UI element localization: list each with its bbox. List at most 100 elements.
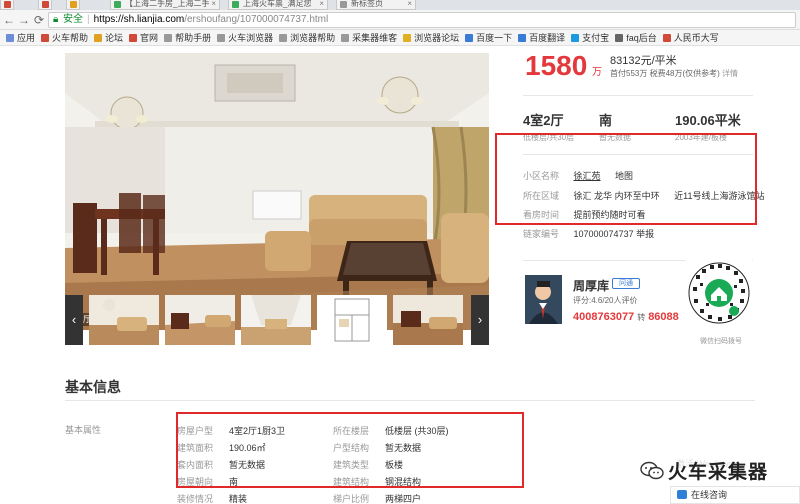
bookmark-item[interactable]: 浏览器论坛 [403, 30, 460, 45]
reload-icon[interactable]: ⟳ [32, 12, 46, 28]
bookmark-item[interactable]: 百度翻译 [518, 30, 565, 45]
main-photo[interactable]: 客厅 [65, 53, 489, 330]
thumbnail-strip: ‹ › [65, 295, 489, 345]
forward-icon[interactable]: → [17, 12, 31, 28]
bookmark-item[interactable]: 人民币大写 [662, 30, 719, 45]
bookmark-icon [41, 34, 50, 42]
bookmark-item[interactable]: 支付宝 [571, 30, 609, 45]
unit-price: 83132元/平米 [610, 55, 677, 67]
down-payment-info: 首付553万 税费48万(仅供参考) 详情 [610, 68, 738, 79]
agent-avatar[interactable] [525, 275, 562, 324]
attribute-key: 装修情况 [177, 494, 214, 504]
layout-value: 4室2厅 [523, 113, 564, 128]
down-payment-text: 首付553万 税费48万(仅供参考) [610, 69, 720, 78]
tab-favicon [340, 1, 347, 8]
bookmark-icon [6, 34, 14, 42]
bookmark-label: 浏览器帮助 [290, 33, 336, 43]
thumbnail-image [89, 295, 159, 345]
area-value: 190.06平米 [675, 113, 741, 128]
tax-detail-link[interactable]: 详情 [722, 69, 738, 78]
tab-title: 【上海二手房_上海二手 [125, 0, 210, 8]
bookmark-item[interactable]: 帮助手册 [164, 30, 211, 45]
section-divider [65, 400, 755, 401]
bookmark-label: 官网 [140, 33, 159, 43]
basic-attributes-label: 基本属性 [65, 425, 102, 435]
lock-icon: 🔒︎ [53, 14, 59, 25]
agent-name[interactable]: 周厚库 [573, 277, 609, 294]
bookmark-icon [615, 34, 624, 42]
listing-code: 107000074737 [573, 229, 634, 239]
browser-tab-strip: 【上海二手房_上海二手 × 上海火车票_满足您 × 新标签页 × [0, 0, 800, 10]
bookmark-icon [164, 34, 173, 42]
tab-pinned-2[interactable] [38, 0, 52, 10]
tab-new[interactable]: 新标签页 × [336, 0, 416, 10]
tab-favicon [232, 1, 239, 8]
agent-phone: 4008763077 转 86088 [573, 311, 679, 323]
bookmark-item[interactable]: 官网 [129, 30, 159, 45]
url-path: /ershoufang/107000074737.html [184, 14, 329, 25]
thumbnail[interactable] [317, 295, 387, 345]
orientation-value: 南 [599, 113, 613, 128]
wechat-icon [640, 461, 664, 479]
thumbnail-image [165, 295, 235, 345]
prev-arrow-icon[interactable]: ‹ [65, 295, 83, 345]
living-room-photo [65, 53, 489, 330]
thumbnail[interactable] [241, 295, 311, 345]
bookmark-label: faq后台 [626, 33, 657, 43]
code-label: 链家编号 [523, 229, 560, 239]
bookmark-item[interactable]: faq后台 [615, 30, 657, 45]
tab-pinned[interactable] [0, 0, 14, 10]
bookmark-icon [518, 34, 527, 42]
attribute-value: 两梯四户 [385, 494, 422, 504]
url-host: https://sh.lianjia.com [93, 14, 185, 25]
consult-label: 在线咨询 [691, 490, 728, 500]
attribute-row: 梯户比例 两梯四户 [333, 491, 449, 504]
back-icon[interactable]: ← [2, 12, 16, 28]
tab-close-icon[interactable]: × [319, 0, 324, 8]
attribute-key: 梯户比例 [333, 494, 370, 504]
bookmark-item[interactable]: 采集器维客 [341, 30, 397, 45]
bookmarks-bar: 应用 火车帮助 论坛 官网 帮助手册 火车浏览器 浏览器帮助 采集器维客 浏览器论坛 百度一下 百度… [0, 30, 800, 46]
tab-train[interactable]: 上海火车票_满足您 × [228, 0, 328, 10]
tab-pinned-3[interactable] [66, 0, 80, 10]
chat-bubble-icon [677, 490, 687, 499]
attribute-value: 精装 [229, 494, 248, 504]
chat-button[interactable]: 问通 [612, 278, 640, 289]
bookmark-label: 应用 [17, 33, 36, 43]
bookmark-icon [129, 34, 138, 42]
tab-close-icon[interactable]: × [211, 0, 216, 8]
browser-toolbar: ← → ⟳ 🔒︎ 安全 | https://sh.lianjia.com/ershou… [0, 10, 800, 30]
qr-code [686, 255, 752, 331]
thumbnail[interactable] [89, 295, 159, 345]
bookmark-icon [571, 34, 580, 42]
bookmark-item[interactable]: 论坛 [94, 30, 123, 45]
highlight-box-basic [176, 412, 524, 488]
report-link[interactable]: 举报 [636, 229, 654, 239]
bookmark-icon [465, 34, 474, 42]
address-bar[interactable]: 🔒︎ 安全 | https://sh.lianjia.com/ershoufang/1… [48, 12, 796, 28]
bookmark-label: 浏览器论坛 [414, 33, 460, 43]
next-arrow-icon[interactable]: › [471, 295, 489, 345]
extension-label: 转 [637, 313, 646, 322]
bookmark-item[interactable]: 火车浏览器 [217, 30, 273, 45]
bookmark-label: 百度一下 [476, 33, 513, 43]
thumbnail[interactable] [393, 295, 463, 345]
extension-number: 86088 [648, 311, 679, 323]
tab-title: 上海火车票_满足您 [243, 0, 312, 8]
tab-lianjia[interactable]: 【上海二手房_上海二手 × [110, 0, 220, 10]
bookmark-item[interactable]: 应用 [6, 30, 36, 45]
bookmark-icon [662, 34, 671, 42]
listing-page: 客厅 ‹ › 1580 万 83132元/平米 首付553万 税费48万(仅供参… [0, 47, 800, 504]
tab-close-icon[interactable]: × [407, 0, 412, 8]
secure-label: 安全 [63, 14, 83, 25]
online-consult-button[interactable]: 在线咨询 [670, 486, 800, 504]
bookmark-item[interactable]: 火车帮助 [41, 30, 89, 45]
bookmark-item[interactable]: 浏览器帮助 [279, 30, 336, 45]
bookmark-label: 火车帮助 [52, 33, 89, 43]
bookmark-icon [341, 34, 350, 42]
qr-code-icon [686, 255, 752, 331]
thumbnail[interactable] [165, 295, 235, 345]
qr-caption: 微信扫码拨号 [700, 338, 742, 345]
bookmark-item[interactable]: 百度一下 [465, 30, 513, 45]
tab-favicon [114, 1, 121, 8]
